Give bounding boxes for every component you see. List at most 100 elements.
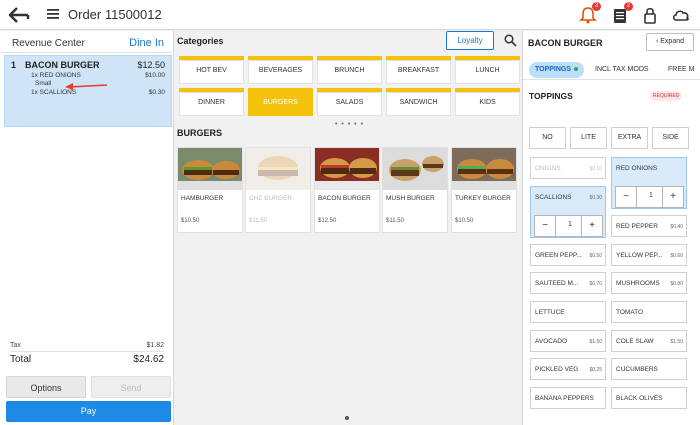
topping-pickled-veg[interactable]: PICKLED VEG $0.25: [530, 358, 606, 380]
product-hamburger[interactable]: HAMBURGER $10.50: [177, 147, 243, 233]
category-kids[interactable]: KIDS: [455, 88, 520, 116]
topping-banana-peppers[interactable]: BANANA PEPPERS: [530, 387, 606, 409]
increment-button[interactable]: +: [665, 189, 681, 205]
burger-image: [246, 148, 310, 190]
search-icon[interactable]: [504, 34, 517, 47]
topping-onions[interactable]: ONIONS $0.10: [530, 157, 606, 179]
toppings-title: TOPPINGS: [529, 91, 573, 101]
topping-red-pepper[interactable]: RED PEPPER $0.40: [611, 215, 687, 237]
topping-name: COLE SLAW: [616, 338, 654, 345]
modifier-text: Small: [35, 80, 52, 87]
category-beverages[interactable]: BEVERAGES: [248, 56, 313, 84]
category-sandwich[interactable]: SANDWICH: [386, 88, 451, 116]
size-option-side[interactable]: SIDE: [652, 127, 689, 149]
product-name: BACON BURGER: [318, 195, 371, 202]
topping-name: YELLOW PEP...: [616, 252, 663, 259]
category-lunch[interactable]: LUNCH: [455, 56, 520, 84]
product-price: $10.50: [181, 218, 200, 224]
modifier-panel: BACON BURGER ‹ Expand TOPPINGS INCL TAX …: [522, 31, 700, 425]
topping-green-pepper[interactable]: GREEN PEPP... $0.50: [530, 244, 606, 266]
pay-button[interactable]: Pay: [6, 401, 171, 422]
topping-scallions[interactable]: SCALLIONS $0.30 − 1 +: [530, 186, 606, 238]
modifier-price: $10.00: [145, 72, 165, 79]
topping-price: $0.70: [589, 281, 602, 287]
orders-badge: 2: [624, 2, 633, 11]
cloud-icon[interactable]: [671, 5, 691, 25]
burger-image: [383, 148, 447, 190]
burger-image: [315, 148, 379, 190]
topping-yellow-pepper[interactable]: YELLOW PEP... $0.60: [611, 244, 687, 266]
product-bacon-burger[interactable]: BACON BURGER $12.50: [314, 147, 380, 233]
topping-price: $1.50: [670, 339, 683, 345]
category-brunch[interactable]: BRUNCH: [317, 56, 382, 84]
product-turkey-burger[interactable]: TURKEY BURGER $10.50: [451, 147, 517, 233]
modifier-price: $0.30: [148, 89, 165, 96]
decrement-button[interactable]: −: [537, 218, 553, 234]
burger-image: [452, 148, 516, 190]
increment-button[interactable]: +: [584, 218, 600, 234]
topping-tomato[interactable]: TOMATO: [611, 301, 687, 323]
page-indicator-dot: [345, 416, 349, 420]
topping-red-onions[interactable]: RED ONIONS − 1 +: [611, 157, 687, 209]
topping-price: $0.50: [589, 253, 602, 259]
item-name: BACON BURGER: [25, 60, 100, 70]
product-mush-burger[interactable]: MUSH BURGER $11.50: [382, 147, 448, 233]
topping-cucumbers[interactable]: CUCUMBERS: [611, 358, 687, 380]
expand-label: Expand: [660, 38, 685, 45]
back-arrow-icon[interactable]: [8, 5, 30, 25]
topping-mushrooms[interactable]: MUSHROOMS $0.80: [611, 272, 687, 294]
send-button[interactable]: Send: [91, 376, 171, 398]
topping-price: $1.50: [589, 339, 602, 345]
topping-price: $0.25: [589, 367, 602, 373]
topping-cole-slaw[interactable]: COLE SLAW $1.50: [611, 330, 687, 352]
topping-name: ONIONS: [535, 165, 561, 172]
order-title: Order 11500012: [68, 7, 162, 22]
category-dinner[interactable]: DINNER: [179, 88, 244, 116]
quantity-value: 1: [568, 221, 572, 228]
tab-free-mods[interactable]: FREE M: [668, 62, 694, 78]
category-breakfast[interactable]: BREAKFAST: [386, 56, 451, 84]
product-name: HAMBURGER: [181, 195, 224, 202]
topping-price: $0.40: [670, 224, 683, 230]
category-burgers[interactable]: BURGERS: [248, 88, 313, 116]
decrement-button[interactable]: −: [618, 189, 634, 205]
size-option-lite[interactable]: LITE: [570, 127, 607, 149]
size-option-no[interactable]: NO: [529, 127, 566, 149]
size-option-extra[interactable]: EXTRA: [611, 127, 648, 149]
product-chz-burger[interactable]: CHZ BURGER $11.50: [245, 147, 311, 233]
tax-label: Tax: [10, 342, 21, 349]
order-line-item[interactable]: 1 BACON BURGER $12.50 1x RED ONIONS $10.…: [4, 55, 172, 127]
category-page-indicator[interactable]: • • • • •: [335, 121, 364, 128]
lock-icon[interactable]: [640, 5, 660, 25]
expand-button[interactable]: ‹ Expand: [646, 33, 694, 51]
options-button[interactable]: Options: [6, 376, 86, 398]
item-price: $12.50: [137, 60, 165, 70]
modifier-text: 1x RED ONIONS: [31, 72, 81, 79]
revenue-center-label: Revenue Center: [12, 38, 85, 49]
topping-price: $0.80: [670, 281, 683, 287]
category-salads[interactable]: SALADS: [317, 88, 382, 116]
topping-avocado[interactable]: AVOCADO $1.50: [530, 330, 606, 352]
dine-in-link[interactable]: Dine In: [129, 37, 164, 49]
notification-button[interactable]: 3: [578, 2, 601, 25]
product-price: $11.50: [249, 218, 267, 224]
product-price: $12.50: [318, 218, 337, 224]
topping-name: SCALLIONS: [535, 194, 572, 201]
tab-toppings[interactable]: TOPPINGS: [529, 62, 585, 78]
product-name: MUSH BURGER: [386, 195, 435, 202]
orders-button[interactable]: 2: [610, 2, 633, 25]
topping-price: $0.10: [589, 166, 602, 172]
topping-price: $0.60: [670, 253, 683, 259]
category-hot-bev[interactable]: HOT BEV: [179, 56, 244, 84]
topping-sauteed-mushrooms[interactable]: SAUTEED M... $0.70: [530, 272, 606, 294]
quantity-stepper: − 1 +: [534, 215, 603, 237]
hamburger-menu-icon[interactable]: [46, 7, 60, 21]
loyalty-button[interactable]: Loyalty: [446, 31, 494, 50]
product-price: $11.50: [386, 218, 404, 224]
topping-lettuce[interactable]: LETTUCE: [530, 301, 606, 323]
topping-black-olives[interactable]: BLACK OLIVES: [611, 387, 687, 409]
tax-value: $1.82: [146, 342, 164, 349]
tab-incl-tax-mods[interactable]: INCL TAX MODS: [595, 62, 649, 78]
quantity-value: 1: [649, 192, 653, 199]
quantity-stepper: − 1 +: [615, 186, 684, 208]
